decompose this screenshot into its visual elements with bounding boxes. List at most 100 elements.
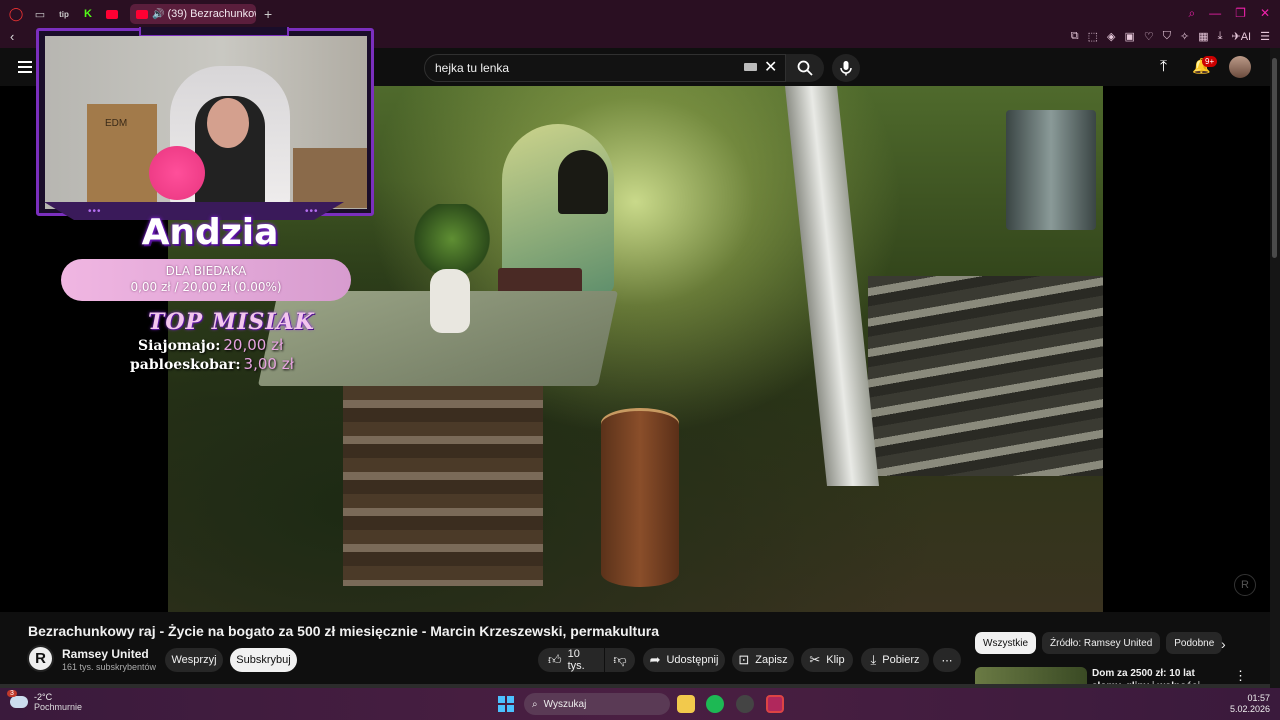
- chevron-right-icon[interactable]: ›: [1221, 636, 1226, 652]
- ai-icon[interactable]: ✈AI: [1232, 30, 1252, 43]
- hamburger-menu-icon[interactable]: [18, 61, 32, 73]
- gamepad-icon[interactable]: ▭: [32, 6, 48, 22]
- channel-avatar[interactable]: R: [27, 645, 54, 672]
- flowers-scene: [412, 204, 492, 274]
- frame-dots-left: •••: [88, 206, 102, 217]
- save-label: Zapisz: [755, 654, 788, 666]
- clock-time: 01:57: [1247, 693, 1270, 703]
- extensions-icon[interactable]: ✧: [1180, 30, 1189, 43]
- support-button[interactable]: Wesprzyj: [165, 648, 223, 672]
- subscriber-count: 161 tys. subskrybentów: [62, 662, 157, 672]
- clip-label: Klip: [826, 654, 845, 666]
- kick-pin-icon[interactable]: K: [80, 6, 96, 22]
- top-donor-row: pabloeskobar: 3,00 zł: [130, 355, 294, 373]
- maximize-icon[interactable]: ❐: [1235, 6, 1246, 21]
- donor-name: Siajomajo:: [138, 338, 221, 354]
- video-title: Bezrachunkowy raj - Życie na bogato za 5…: [28, 623, 660, 639]
- close-icon[interactable]: ✕: [1260, 6, 1270, 21]
- tab-title: (39) Bezrachunkowy raj: [167, 8, 256, 20]
- opera-logo-icon[interactable]: ◯: [8, 6, 24, 22]
- download-icon[interactable]: ⤓: [1218, 30, 1223, 43]
- chip-all[interactable]: Wszystkie: [975, 632, 1036, 654]
- firewood-stack-scene: [868, 276, 1103, 476]
- tree-stump-scene: [601, 411, 679, 587]
- more-actions-button[interactable]: ⋯: [933, 648, 961, 672]
- taskbar-search-placeholder: Wyszukaj: [543, 698, 587, 710]
- dislike-button[interactable]: 👎︎: [605, 648, 635, 672]
- video-popout-icon[interactable]: ▣: [1124, 30, 1134, 43]
- page-scrollbar[interactable]: [1270, 48, 1280, 688]
- screenshot-icon[interactable]: ⬚: [1088, 30, 1098, 43]
- notification-badge: 9+: [1202, 56, 1218, 67]
- spotify-icon[interactable]: [706, 695, 724, 713]
- obs-icon[interactable]: [736, 695, 754, 713]
- weather-description: Pochmurnie: [34, 702, 83, 712]
- chip-related[interactable]: Podobne: [1166, 632, 1223, 654]
- background-shelf: [293, 148, 367, 208]
- new-tab-button[interactable]: +: [264, 6, 272, 22]
- cloud-icon: 3: [7, 690, 28, 708]
- back-icon[interactable]: ‹: [10, 29, 14, 44]
- vase-scene: [430, 269, 470, 333]
- scissors-icon: ✂: [809, 652, 821, 667]
- profile-thumb-icon[interactable]: ▦: [1198, 30, 1208, 43]
- like-button[interactable]: 👍︎ 10 tys.: [538, 648, 604, 672]
- account-avatar[interactable]: [1229, 56, 1251, 78]
- donation-goal-bar: DLA BIEDAKA 0,00 zł / 20,00 zł (0.00%): [61, 259, 351, 301]
- minimize-icon[interactable]: —: [1209, 6, 1221, 21]
- weather-widget[interactable]: 3 -2°C Pochmurnie: [7, 690, 83, 712]
- download-button[interactable]: ⤓ Pobierz: [861, 648, 929, 672]
- pocket-icon[interactable]: ◈: [1107, 30, 1115, 43]
- bookmark-icon[interactable]: ⧉: [1071, 30, 1079, 43]
- share-label: Udostępnij: [666, 654, 719, 666]
- shield-icon[interactable]: ⛉: [1163, 30, 1171, 43]
- microphone-icon: [840, 61, 852, 76]
- search-input[interactable]: hejka tu lenka: [424, 54, 786, 82]
- youtube-pin-icon[interactable]: [104, 6, 120, 22]
- download-arrow-icon: ⤓: [870, 652, 877, 667]
- recommendation-filters: Wszystkie Źródło: Ramsey United Podobne: [975, 632, 1223, 654]
- box-label: EDM: [105, 118, 128, 129]
- speaker-icon[interactable]: 🔊: [152, 9, 164, 20]
- clear-search-icon[interactable]: ✕: [764, 57, 777, 77]
- create-upload-icon[interactable]: ⤒: [1160, 58, 1167, 76]
- kebab-menu-icon[interactable]: ⋮: [1234, 668, 1247, 684]
- scrollbar-thumb[interactable]: [1272, 58, 1277, 258]
- download-label: Pobierz: [882, 654, 920, 666]
- heart-icon[interactable]: ♡: [1144, 30, 1154, 43]
- goal-title: DLA BIEDAKA: [165, 264, 247, 278]
- file-explorer-icon[interactable]: [677, 695, 695, 713]
- channel-name[interactable]: Ramsey United: [62, 647, 149, 661]
- keyboard-icon[interactable]: [744, 63, 757, 71]
- pink-fluffy-toy: [149, 146, 205, 200]
- weather-badge: 3: [7, 690, 17, 697]
- taskbar-search[interactable]: ⌕ Wyszukaj: [524, 693, 670, 715]
- oven-opening-scene: [558, 150, 608, 214]
- thumbs-down-icon: 👎︎: [613, 652, 627, 667]
- tab-search-icon[interactable]: ⌕: [1188, 6, 1195, 21]
- tiktok-pin-icon[interactable]: tip: [56, 6, 72, 22]
- video-metadata: Bezrachunkowy raj - Życie na bogato za 5…: [0, 612, 1270, 688]
- chip-from-channel[interactable]: Źródło: Ramsey United: [1042, 632, 1161, 654]
- frame-dots-right: •••: [305, 206, 319, 217]
- youtube-favicon-icon: [136, 9, 148, 19]
- birch-tree-scene: [784, 86, 880, 486]
- windows-start-icon[interactable]: [498, 696, 514, 712]
- streamer-face: [207, 98, 249, 148]
- channel-watermark-icon[interactable]: R: [1234, 574, 1256, 596]
- streamer-name-logo: Andzia: [141, 212, 279, 253]
- share-button[interactable]: ➦ Udostępnij: [643, 648, 725, 672]
- metal-barrel-scene: [1006, 110, 1096, 230]
- top-donors-title: TOP MISIAK: [148, 309, 315, 335]
- search-button[interactable]: [786, 54, 824, 82]
- browser-tab-bar: ◯ ▭ tip K 🔊 (39) Bezrachunkowy raj + ⌕ —…: [0, 0, 1280, 28]
- system-clock[interactable]: 01:57 5.02.2026: [1230, 693, 1270, 715]
- save-button[interactable]: ⊡ Zapisz: [732, 648, 794, 672]
- webcam-overlay: EDM: [36, 27, 374, 216]
- opera-gx-icon[interactable]: [766, 695, 784, 713]
- subscribe-button[interactable]: Subskrybuj: [230, 648, 297, 672]
- clip-button[interactable]: ✂ Klip: [801, 648, 853, 672]
- easy-setup-icon[interactable]: ☰: [1260, 30, 1270, 43]
- voice-search-button[interactable]: [832, 54, 860, 82]
- active-tab[interactable]: 🔊 (39) Bezrachunkowy raj: [130, 4, 256, 24]
